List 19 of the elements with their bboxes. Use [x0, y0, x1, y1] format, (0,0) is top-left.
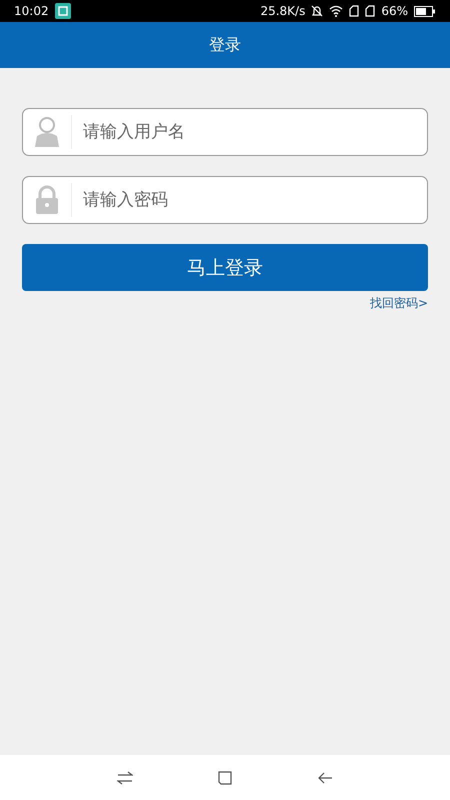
wifi-icon: [329, 5, 344, 17]
page-title: 登录: [209, 34, 241, 56]
battery-percent: 66%: [381, 4, 408, 18]
sim-icon: [365, 5, 376, 17]
login-button[interactable]: 马上登录: [22, 244, 428, 291]
user-icon: [34, 116, 60, 148]
bell-muted-icon: [311, 5, 324, 17]
battery-icon: [414, 6, 436, 16]
screenshot-icon: [54, 3, 71, 19]
back-icon[interactable]: [317, 770, 333, 784]
sim-icon: [349, 5, 360, 17]
password-field[interactable]: 请输入密码: [22, 176, 428, 224]
forgot-password-link[interactable]: 找回密码>: [370, 295, 428, 312]
switch-icon[interactable]: [117, 770, 133, 784]
home-icon[interactable]: [218, 770, 232, 784]
username-field[interactable]: 请输入用户名: [22, 108, 428, 156]
status-time: 10:02: [14, 4, 49, 18]
lock-icon: [35, 185, 59, 215]
network-speed: 25.8K/s: [260, 4, 306, 18]
